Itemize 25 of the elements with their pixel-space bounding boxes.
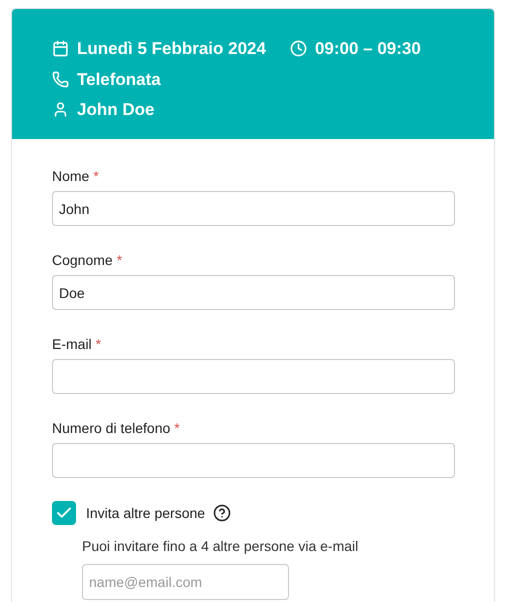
text-field[interactable]: John: [52, 191, 455, 226]
text-field[interactable]: [52, 359, 455, 394]
text-field[interactable]: Doe: [52, 275, 455, 310]
calendar-icon: [52, 40, 69, 58]
time-text: 09:00 – 09:30: [314, 38, 421, 60]
meeting-type-text: Telefonata: [77, 68, 161, 90]
help-icon[interactable]: [213, 504, 232, 522]
clock-icon: [290, 40, 307, 58]
text-field[interactable]: [52, 443, 455, 478]
phone-icon: [52, 70, 69, 88]
user-icon: [52, 101, 69, 118]
required-mark: *: [174, 419, 180, 437]
field-label: E-mail: [52, 335, 92, 353]
field-label: Numero di telefono: [52, 419, 170, 437]
date-text: Lunedì 5 Febbraio 2024: [77, 38, 266, 60]
email-field[interactable]: name@email.com: [82, 564, 289, 600]
hint-text: Puoi invitare fino a 4 altre persone via e-mail: [82, 537, 360, 556]
checkbox-label: Invita altre persone: [86, 504, 206, 523]
checkbox[interactable]: [52, 501, 76, 525]
field-label: Nome: [52, 167, 90, 185]
required-mark: *: [93, 167, 99, 185]
required-mark: *: [116, 251, 122, 269]
person-name: John Doe: [77, 99, 154, 121]
field-label: Cognome: [52, 251, 113, 269]
required-mark: *: [96, 335, 102, 353]
